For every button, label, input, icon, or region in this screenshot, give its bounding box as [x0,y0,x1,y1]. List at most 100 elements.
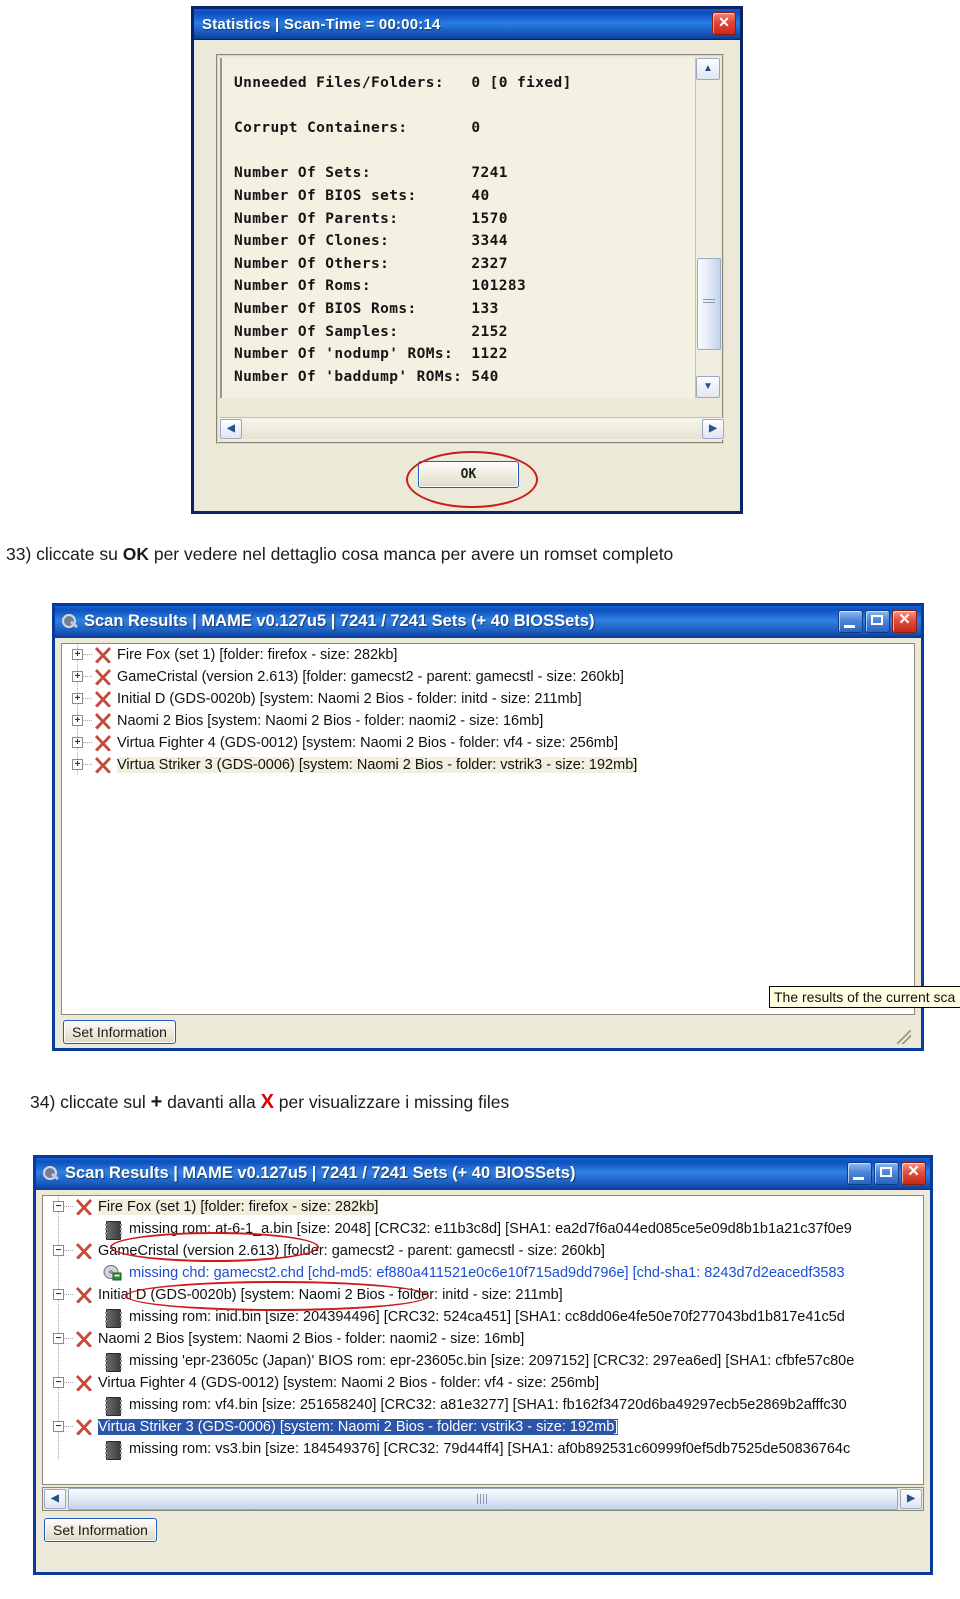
scan-results-window-collapsed: Scan Results | MAME v0.127u5 | 7241 / 72… [52,603,960,1051]
tree-row-set[interactable]: + Virtua Fighter 4 (GDS-0012) [system: Na… [62,732,914,754]
magnifier-icon [60,613,79,631]
tree-row-set[interactable]: − Virtua Striker 3 (GDS-0006) [system: Na… [43,1416,923,1438]
tree-row-label: GameCristal (version 2.613) [folder: gam… [117,669,624,685]
tree-row-missing-file[interactable]: missing rom: inid.bin [size: 204394496] … [43,1306,923,1328]
tree-row-label: Naomi 2 Bios [system: Naomi 2 Bios - fol… [117,713,544,729]
scroll-left-icon[interactable]: ◀ [44,1489,66,1509]
collapse-toggle-icon[interactable]: − [53,1245,64,1256]
window-controls: ✕ [847,1162,926,1185]
resize-grip-icon[interactable] [897,1030,911,1044]
tree-row-set[interactable]: + GameCristal (version 2.613) [folder: ga… [62,666,914,688]
tree-row-missing-file[interactable]: missing chd: gamecst2.chd [chd-md5: ef88… [43,1262,923,1284]
missing-file-label: missing rom: at-6-1_a.bin [size: 2048] [… [129,1221,852,1237]
caption-step-33: 33) cliccate su OK per vedere nel dettag… [6,544,673,565]
tree-row-set[interactable]: + Naomi 2 Bios [system: Naomi 2 Bios - fo… [62,710,914,732]
scroll-left-icon[interactable]: ◀ [220,419,242,439]
caption-step-34: 34) cliccate sul + davanti alla X per vi… [30,1091,509,1114]
statistics-vertical-scrollbar[interactable]: ▲ ▼ [695,58,721,398]
scan-results-titlebar[interactable]: Scan Results | MAME v0.127u5 | 7241 / 72… [55,606,921,638]
missing-file-label: missing rom: vf4.bin [size: 251658240] [… [129,1397,847,1413]
minimize-button[interactable] [847,1162,872,1185]
tree-row-set[interactable]: + Fire Fox (set 1) [folder: firefox - siz… [62,644,914,666]
caption-33-bold: OK [122,544,149,564]
expand-toggle-icon[interactable]: + [72,693,83,704]
expand-toggle-icon[interactable]: + [72,715,83,726]
tree-row-set[interactable]: − Initial D (GDS-0020b) [system: Naomi 2 … [43,1284,923,1306]
tree-row-missing-file[interactable]: missing 'epr-23605c (Japan)' BIOS rom: e… [43,1350,923,1372]
scan-results-tree-expanded[interactable]: − Fire Fox (set 1) [folder: firefox - siz… [42,1195,924,1485]
status-tooltip: The results of the current sca [769,986,960,1008]
minimize-button[interactable] [838,610,863,633]
tree-row-set[interactable]: − Fire Fox (set 1) [folder: firefox - siz… [43,1196,923,1218]
collapse-toggle-icon[interactable]: − [53,1201,64,1212]
missing-file-label: missing chd: gamecst2.chd [chd-md5: ef88… [129,1265,845,1281]
missing-set-x-icon [75,1286,93,1304]
horizontal-scrollbar-thumb[interactable] [68,1488,898,1510]
close-button[interactable]: ✕ [901,1162,926,1185]
caption-34-red-x-glyph: X [260,1091,274,1113]
tree-row-label: Virtua Striker 3 (GDS-0006) [system: Nao… [98,1419,619,1435]
expand-toggle-icon[interactable]: + [72,737,83,748]
caption-34-plus-glyph: + [150,1091,163,1113]
tree-guide-line [83,698,93,699]
missing-set-x-icon [94,734,112,752]
rom-chip-icon [105,1309,122,1328]
tree-row-label: Naomi 2 Bios [system: Naomi 2 Bios - fol… [98,1331,525,1347]
thumb-grip-icon [477,1494,489,1504]
set-information-button[interactable]: Set Information [44,1518,157,1542]
scroll-right-icon[interactable]: ▶ [702,419,724,439]
tree-horizontal-scrollbar[interactable]: ◀ ▶ [42,1487,924,1511]
missing-set-x-icon [75,1242,93,1260]
expand-toggle-icon[interactable]: + [72,671,83,682]
close-icon[interactable]: ✕ [712,12,736,35]
ok-button[interactable]: OK [418,461,519,488]
statistics-titlebar[interactable]: Statistics | Scan-Time = 00:00:14 ✕ [194,9,740,40]
maximize-button[interactable] [865,610,890,633]
missing-set-x-icon [75,1374,93,1392]
expand-toggle-icon[interactable]: + [72,759,83,770]
tree-row-set[interactable]: + Initial D (GDS-0020b) [system: Naomi 2 … [62,688,914,710]
rom-chip-icon [105,1397,122,1416]
scan-results-tree-collapsed[interactable]: + Fire Fox (set 1) [folder: firefox - siz… [61,643,915,1015]
scroll-down-icon[interactable]: ▼ [696,376,720,398]
vertical-scrollbar-thumb[interactable] [697,258,721,350]
missing-set-x-icon [94,668,112,686]
dialog-button-row: OK [194,451,740,508]
missing-file-label: missing rom: vs3.bin [size: 184549376] [… [129,1441,851,1457]
set-information-button[interactable]: Set Information [63,1020,176,1044]
tree-row-set[interactable]: − GameCristal (version 2.613) [folder: ga… [43,1240,923,1262]
close-button[interactable]: ✕ [892,610,917,633]
collapse-toggle-icon[interactable]: − [53,1421,64,1432]
rom-chip-icon [105,1353,122,1372]
tree-row-set[interactable]: − Naomi 2 Bios [system: Naomi 2 Bios - fo… [43,1328,923,1350]
collapse-toggle-icon[interactable]: − [53,1289,64,1300]
statistics-horizontal-scrollbar[interactable]: ◀ ▶ [220,417,724,440]
tree-row-missing-file[interactable]: missing rom: at-6-1_a.bin [size: 2048] [… [43,1218,923,1240]
missing-set-x-icon [75,1198,93,1216]
missing-file-label: missing 'epr-23605c (Japan)' BIOS rom: e… [129,1353,855,1369]
tree-guide-line [58,1394,59,1416]
tree-row-label: Initial D (GDS-0020b) [system: Naomi 2 B… [117,691,582,707]
horizontal-scrollbar-track[interactable] [242,419,702,439]
tree-guide-line [64,1206,74,1207]
caption-34-mid: davanti alla [162,1092,261,1112]
expand-toggle-icon[interactable]: + [72,649,83,660]
scan-results-titlebar-expanded[interactable]: Scan Results | MAME v0.127u5 | 7241 / 72… [36,1158,930,1190]
tree-row-missing-file[interactable]: missing rom: vf4.bin [size: 251658240] [… [43,1394,923,1416]
tree-row-missing-file[interactable]: missing rom: vs3.bin [size: 184549376] [… [43,1438,923,1460]
collapse-toggle-icon[interactable]: − [53,1377,64,1388]
tree-row-label: Fire Fox (set 1) [folder: firefox - size… [117,647,398,663]
tree-guide-line [64,1382,74,1383]
maximize-button[interactable] [874,1162,899,1185]
missing-set-x-icon [75,1330,93,1348]
collapse-toggle-icon[interactable]: − [53,1333,64,1344]
tree-guide-line [64,1338,74,1339]
tree-row-set[interactable]: + Virtua Striker 3 (GDS-0006) [system: Na… [62,754,914,776]
tree-row-set[interactable]: − Virtua Fighter 4 (GDS-0012) [system: Na… [43,1372,923,1394]
statistics-title: Statistics | Scan-Time = 00:00:14 [202,15,441,33]
scroll-right-icon[interactable]: ▶ [900,1489,922,1509]
tree-guide-line [83,676,93,677]
tree-row-label: GameCristal (version 2.613) [folder: gam… [98,1243,605,1259]
tree-guide-line [58,1438,59,1460]
scroll-up-icon[interactable]: ▲ [696,58,720,80]
